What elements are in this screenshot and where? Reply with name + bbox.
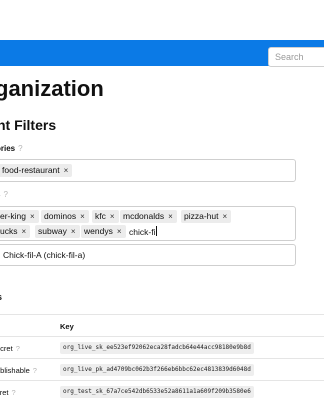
remove-chip-icon[interactable]: × xyxy=(21,227,26,236)
brand-chip: wendys × xyxy=(81,225,126,238)
brands-field[interactable]: er-king × dominos × kfc × mcdonalds × pizza-… xyxy=(0,206,296,241)
table-row: ublishable? org_live_pk_ad4709bc062b3f26… xyxy=(0,358,324,381)
remove-chip-icon[interactable]: × xyxy=(110,212,115,221)
filters-section-title: nt Filters xyxy=(0,117,57,133)
key-name: ecret? xyxy=(0,344,20,353)
brands-label: s? xyxy=(0,190,8,199)
brand-chip: mcdonalds × xyxy=(120,210,177,223)
brand-search-input[interactable]: chick-fi xyxy=(129,226,158,237)
column-header-key: Key xyxy=(60,322,74,331)
remove-chip-icon[interactable]: × xyxy=(80,212,85,221)
brand-chip: dominos × xyxy=(41,210,89,223)
key-value[interactable]: org_live_sk_ee523ef92062eca28fadcb64e44a… xyxy=(60,342,254,354)
help-icon[interactable]: ? xyxy=(18,144,22,153)
brand-chip: er-king × xyxy=(0,210,39,223)
table-header-row: Key xyxy=(0,314,324,337)
remove-chip-icon[interactable]: × xyxy=(223,212,228,221)
help-icon[interactable]: ? xyxy=(12,388,16,397)
remove-chip-icon[interactable]: × xyxy=(117,227,122,236)
key-name: ublishable? xyxy=(0,366,37,375)
brand-chip: subway × xyxy=(35,225,80,238)
key-value[interactable]: org_live_pk_ad4709bc062b3f266eb6bbc62ec4… xyxy=(60,364,254,376)
categories-label: ories? xyxy=(0,144,23,153)
brand-suggestion-option[interactable]: Chick-fil-A (chick-fil-a) xyxy=(0,244,296,266)
key-value[interactable]: org_test_sk_67a7ce542db6533e52a8611a1a60… xyxy=(60,386,254,398)
key-name: cret? xyxy=(0,388,16,397)
remove-chip-icon[interactable]: × xyxy=(168,212,173,221)
categories-field[interactable]: food-restaurant × xyxy=(0,159,296,182)
remove-chip-icon[interactable]: × xyxy=(30,212,35,221)
help-icon[interactable]: ? xyxy=(3,190,7,199)
help-icon[interactable]: ? xyxy=(33,366,37,375)
category-chip: food-restaurant × xyxy=(0,164,73,177)
top-bar xyxy=(0,0,324,40)
remove-chip-icon[interactable]: × xyxy=(64,166,69,175)
table-row: ecret? org_live_sk_ee523ef92062eca28fadc… xyxy=(0,336,324,359)
search-input[interactable]: Search xyxy=(268,47,324,67)
api-keys-heading: s xyxy=(0,292,2,302)
page-title: ganization xyxy=(0,76,104,101)
remove-chip-icon[interactable]: × xyxy=(71,227,76,236)
brand-chip: kfc × xyxy=(92,210,119,223)
help-icon[interactable]: ? xyxy=(16,344,20,353)
brand-chip: pizza-hut × xyxy=(181,210,232,223)
brand-chip: ucks × xyxy=(0,225,31,238)
